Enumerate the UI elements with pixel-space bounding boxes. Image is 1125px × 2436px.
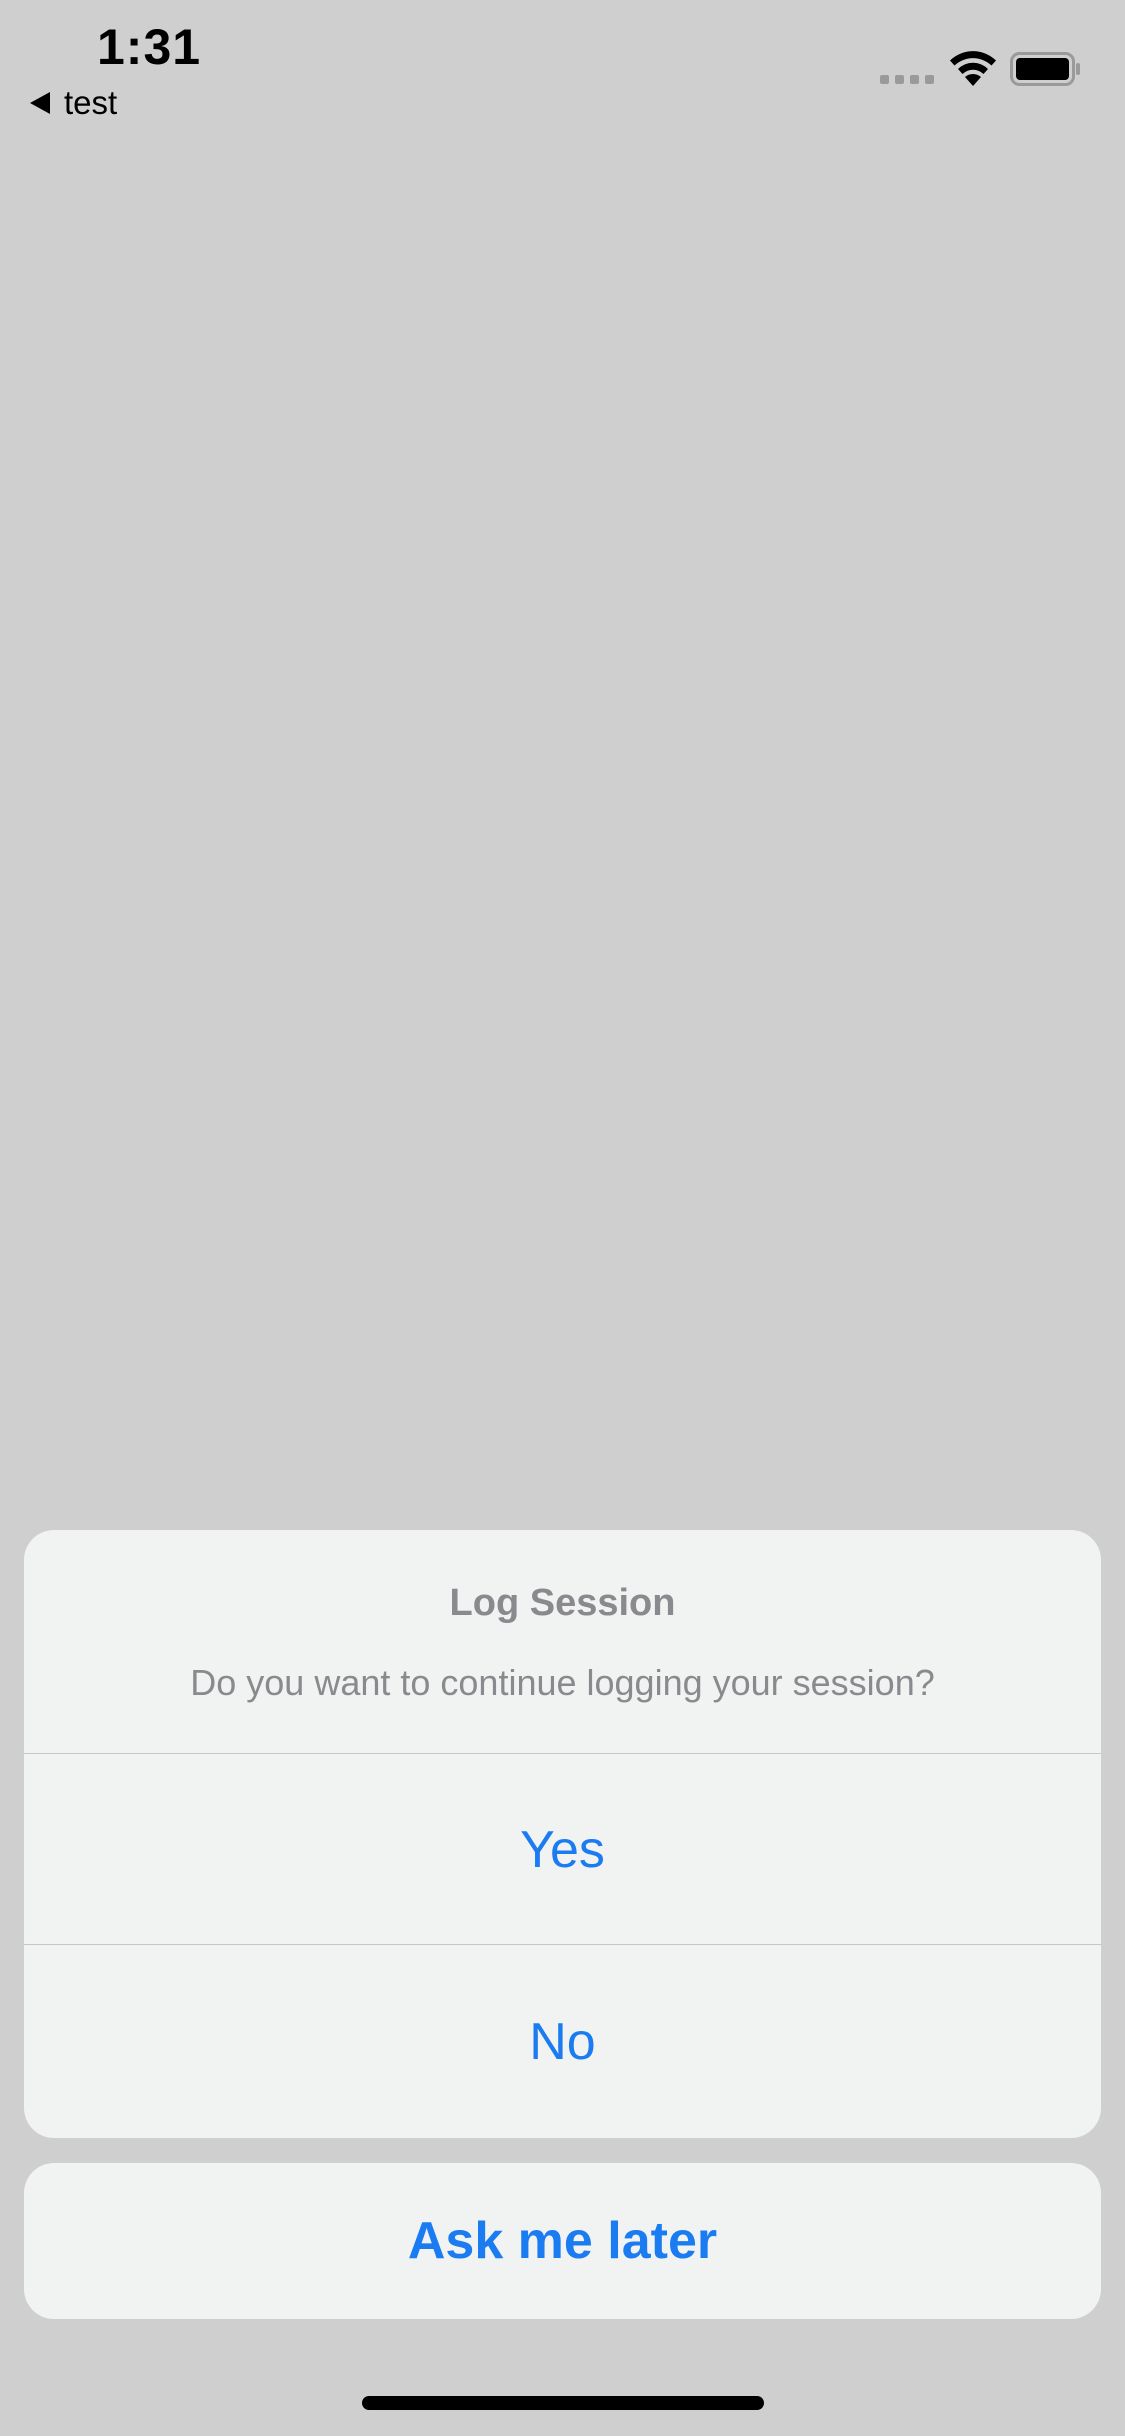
ask-me-later-button[interactable]: Ask me later [24, 2163, 1101, 2319]
log-session-action-sheet: Log Session Do you want to continue logg… [24, 1530, 1101, 2138]
action-sheet-header: Log Session Do you want to continue logg… [24, 1530, 1101, 1754]
status-bar: 1:31 test [0, 0, 1125, 130]
status-time: 1:31 [97, 19, 202, 75]
back-to-app-link[interactable]: test [30, 83, 117, 123]
back-app-label: test [64, 84, 118, 121]
yes-button[interactable]: Yes [24, 1755, 1101, 1945]
wifi-icon [950, 51, 996, 86]
action-sheet-title: Log Session [449, 1582, 676, 1624]
battery-icon [1010, 52, 1080, 86]
home-indicator[interactable] [362, 2396, 764, 2410]
action-sheet-message: Do you want to continue logging your ses… [190, 1662, 935, 1703]
no-button[interactable]: No [24, 1945, 1101, 2138]
cellular-signal-icon [880, 75, 934, 84]
back-arrow-icon [30, 92, 50, 114]
